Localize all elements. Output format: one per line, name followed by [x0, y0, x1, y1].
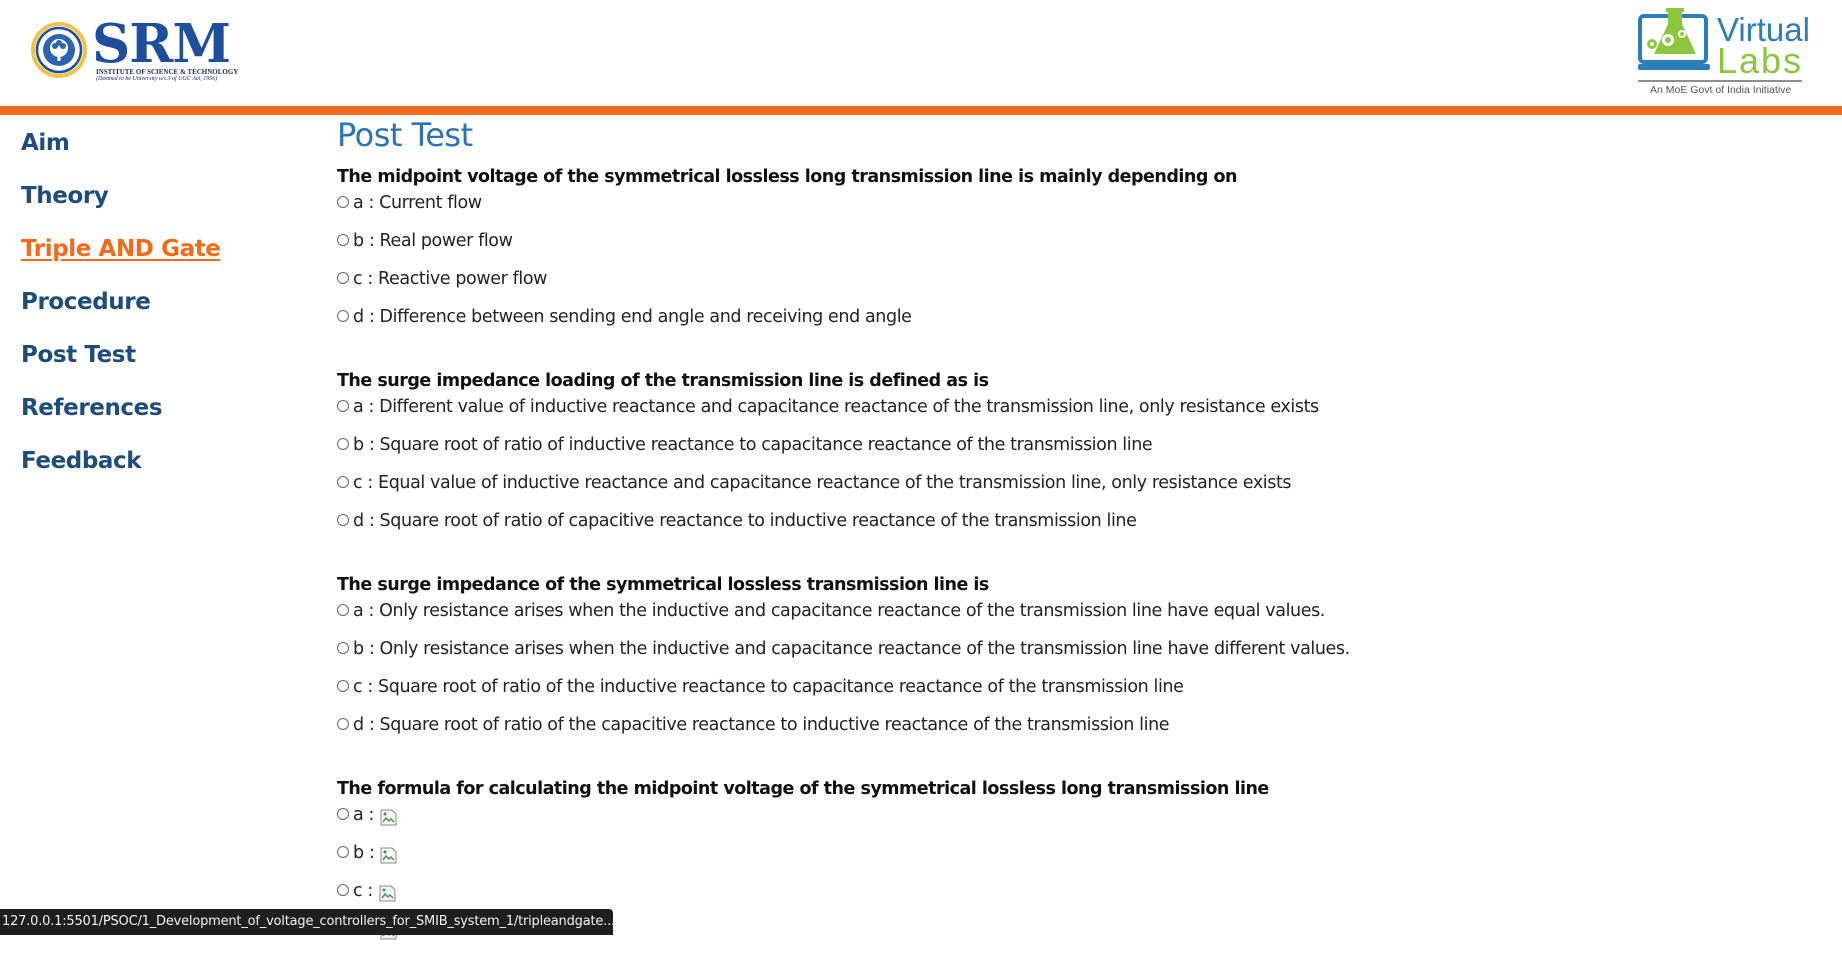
question-1: The midpoint voltage of the symmetrical … [337, 165, 1817, 341]
option-q2-a[interactable]: a : Different value of inductive reactan… [337, 393, 1817, 431]
srm-logo[interactable]: SRM INSTITUTE OF SCIENCE & TECHNOLOGY (D… [30, 13, 238, 86]
option-label: a : [353, 805, 374, 825]
sidebar-item-theory[interactable]: Theory [21, 177, 321, 230]
question-2: The surge impedance loading of the trans… [337, 369, 1817, 545]
option-q1-a[interactable]: a : Current flow [337, 189, 1817, 227]
site-header: SRM INSTITUTE OF SCIENCE & TECHNOLOGY (D… [0, 0, 1842, 106]
option-q3-c[interactable]: c : Square root of ratio of the inductiv… [337, 673, 1817, 711]
option-q3-d[interactable]: d : Square root of ratio of the capaciti… [337, 711, 1817, 749]
question-3: The surge impedance of the symmetrical l… [337, 573, 1817, 749]
broken-image-icon [380, 809, 397, 826]
broken-image-icon [380, 847, 397, 864]
vlabs-word-labs: Labs [1717, 40, 1804, 81]
question-text: The midpoint voltage of the symmetrical … [337, 167, 1237, 187]
question-text: The formula for calculating the midpoint… [337, 779, 1269, 799]
radio-button[interactable] [337, 884, 349, 896]
srm-subtitle: INSTITUTE OF SCIENCE & TECHNOLOGY [96, 68, 239, 76]
vlabs-tagline: An MoE Govt of India Initiative [1650, 84, 1792, 96]
radio-button[interactable] [337, 438, 349, 450]
sidebar-item-procedure[interactable]: Procedure [21, 283, 321, 336]
radio-button[interactable] [337, 400, 349, 412]
flask-laptop-icon [1638, 8, 1710, 70]
option-q2-c[interactable]: c : Equal value of inductive reactance a… [337, 469, 1817, 507]
radio-button[interactable] [337, 642, 349, 654]
radio-button[interactable] [337, 604, 349, 616]
sidebar-item-aim[interactable]: Aim [21, 124, 321, 177]
sidebar-item-post-test[interactable]: Post Test [21, 336, 321, 389]
radio-button[interactable] [337, 808, 349, 820]
option-q2-d[interactable]: d : Square root of ratio of capacitive r… [337, 507, 1817, 545]
option-q3-a[interactable]: a : Only resistance arises when the indu… [337, 597, 1817, 635]
radio-button[interactable] [337, 680, 349, 692]
option-label: c : Square root of ratio of the inductiv… [353, 677, 1184, 697]
radio-button[interactable] [337, 718, 349, 730]
option-label: a : Only resistance arises when the indu… [353, 601, 1325, 621]
radio-button[interactable] [337, 476, 349, 488]
broken-image-icon [379, 885, 396, 902]
option-label: b : Square root of ratio of inductive re… [353, 435, 1153, 455]
sidebar-nav: Aim Theory Triple AND Gate Procedure Pos… [21, 124, 321, 495]
radio-button[interactable] [337, 846, 349, 858]
option-label: a : Current flow [353, 193, 482, 213]
option-label: b : Only resistance arises when the indu… [353, 639, 1350, 659]
option-q3-b[interactable]: b : Only resistance arises when the indu… [337, 635, 1817, 673]
vlabs-divider [1638, 80, 1802, 82]
sidebar-item-references[interactable]: References [21, 389, 321, 442]
radio-button[interactable] [337, 514, 349, 526]
sidebar-item-triple-and-gate[interactable]: Triple AND Gate [21, 230, 321, 283]
option-label: c : Reactive power flow [353, 269, 548, 289]
option-q4-b[interactable]: b : [337, 839, 1817, 877]
option-label: c : [353, 881, 373, 901]
option-q4-a[interactable]: a : [337, 801, 1817, 839]
srm-subtitle-2: (Deemed to be University u/s 3 of UGC Ac… [96, 76, 218, 82]
option-label: c : Equal value of inductive reactance a… [353, 473, 1292, 493]
option-q1-c[interactable]: c : Reactive power flow [337, 265, 1817, 303]
option-q1-b[interactable]: b : Real power flow [337, 227, 1817, 265]
option-label: b : [353, 843, 375, 863]
radio-button[interactable] [337, 310, 349, 322]
question-text: The surge impedance of the symmetrical l… [337, 575, 989, 595]
option-q1-d[interactable]: d : Difference between sending end angle… [337, 303, 1817, 341]
option-q2-b[interactable]: b : Square root of ratio of inductive re… [337, 431, 1817, 469]
srm-seal-icon [31, 22, 87, 78]
radio-button[interactable] [337, 272, 349, 284]
radio-button[interactable] [337, 234, 349, 246]
virtual-labs-logo[interactable]: Virtual Labs An MoE Govt of India Initia… [1638, 8, 1810, 100]
option-label: d : Difference between sending end angle… [353, 307, 912, 327]
option-label: b : Real power flow [353, 231, 513, 251]
question-text: The surge impedance loading of the trans… [337, 371, 989, 391]
option-label: d : Square root of ratio of capacitive r… [353, 511, 1137, 531]
sidebar-item-feedback[interactable]: Feedback [21, 442, 321, 495]
main-content: Post Test The midpoint voltage of the sy… [337, 114, 1817, 953]
option-label: d : Square root of ratio of the capaciti… [353, 715, 1170, 735]
link-status-bar: 127.0.0.1:5501/PSOC/1_Development_of_vol… [0, 909, 613, 935]
page-title: Post Test [337, 116, 473, 154]
srm-wordmark: SRM [92, 13, 231, 75]
radio-button[interactable] [337, 196, 349, 208]
option-label: a : Different value of inductive reactan… [353, 397, 1319, 417]
